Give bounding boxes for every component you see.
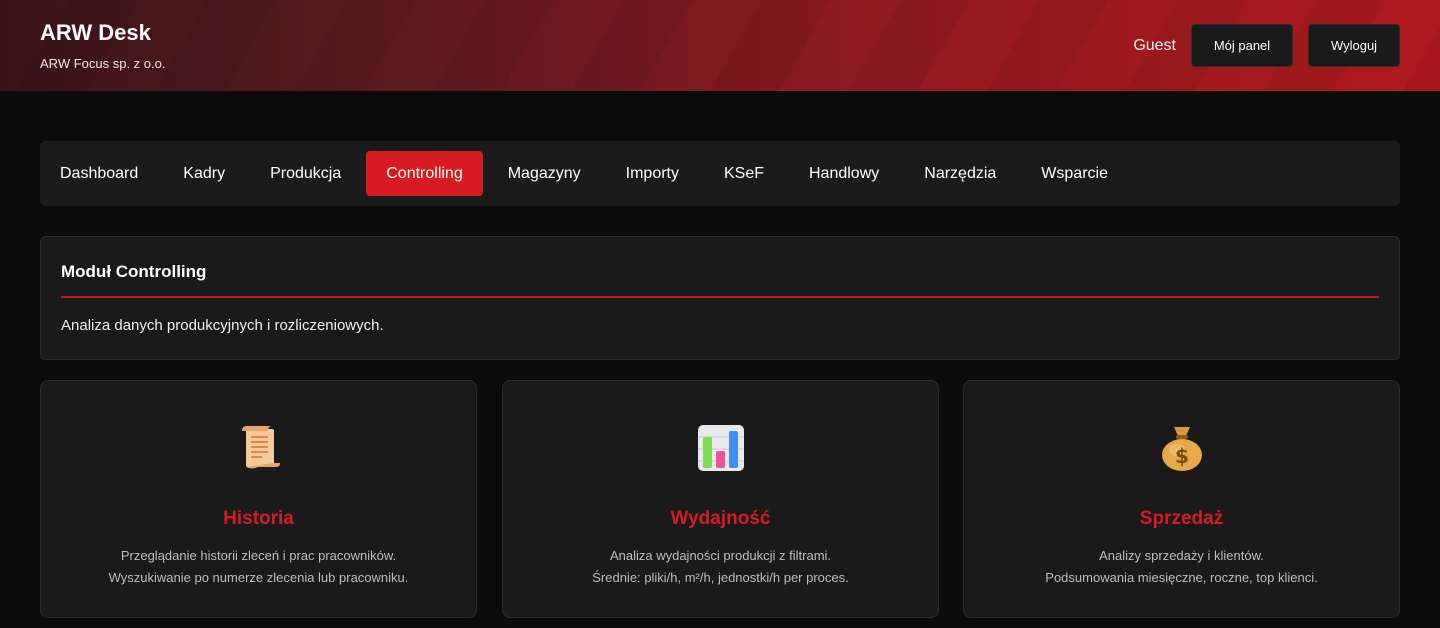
card-title: Historia <box>223 508 294 529</box>
nav-item-importy[interactable]: Importy <box>606 151 699 196</box>
card-description: Analiza wydajności produkcji z filtrami.… <box>503 545 938 589</box>
nav-item-wsparcie[interactable]: Wsparcie <box>1021 151 1128 196</box>
nav-item-kadry[interactable]: Kadry <box>163 151 245 196</box>
nav-item-produkcja[interactable]: Produkcja <box>250 151 361 196</box>
nav-item-dashboard[interactable]: Dashboard <box>40 151 158 196</box>
my-panel-button[interactable]: Mój panel <box>1191 24 1293 67</box>
company-name: ARW Focus sp. z o.o. <box>40 56 166 71</box>
card-sprzedaz[interactable]: $ Sprzedaż Analizy sprzedaży i klientów.… <box>963 380 1400 618</box>
card-description-line: Wyszukiwanie po numerze zlecenia lub pra… <box>108 570 409 585</box>
header-actions: Guest Mój panel Wyloguj <box>1133 24 1400 67</box>
module-divider <box>61 296 1379 298</box>
nav-item-handlowy[interactable]: Handlowy <box>789 151 899 196</box>
svg-text:$: $ <box>1175 444 1189 468</box>
nav-item-narzedzia[interactable]: Narzędzia <box>904 151 1016 196</box>
nav-item-controlling[interactable]: Controlling <box>366 151 483 196</box>
current-user-label: Guest <box>1133 36 1176 54</box>
nav-item-magazyny[interactable]: Magazyny <box>488 151 601 196</box>
card-description-line: Przeglądanie historii zleceń i prac prac… <box>120 548 397 563</box>
logout-button[interactable]: Wyloguj <box>1308 24 1400 67</box>
module-panel: Moduł Controlling Analiza danych produkc… <box>40 236 1400 360</box>
main-nav: Dashboard Kadry Produkcja Controlling Ma… <box>40 141 1400 206</box>
module-description: Analiza danych produkcyjnych i rozliczen… <box>61 317 384 334</box>
card-description: Analizy sprzedaży i klientów. Podsumowan… <box>964 545 1399 589</box>
bar-chart-icon <box>696 423 746 473</box>
app-header: ARW Desk ARW Focus sp. z o.o. Guest Mój … <box>0 0 1440 91</box>
card-historia[interactable]: Historia Przeglądanie historii zleceń i … <box>40 380 477 618</box>
money-bag-icon: $ <box>1157 423 1207 473</box>
card-wydajnosc[interactable]: Wydajność Analiza wydajności produkcji z… <box>502 380 939 618</box>
card-description-line: Podsumowania miesięczne, roczne, top kli… <box>1045 570 1318 585</box>
card-description-line: Analizy sprzedaży i klientów. <box>1099 548 1264 563</box>
app-title: ARW Desk <box>40 20 151 45</box>
module-title: Moduł Controlling <box>61 262 207 281</box>
nav-item-ksef[interactable]: KSeF <box>704 151 784 196</box>
card-description: Przeglądanie historii zleceń i prac prac… <box>41 545 476 589</box>
card-description-line: Średnie: pliki/h, m²/h, jednostki/h per … <box>592 570 849 585</box>
card-title: Wydajność <box>670 508 771 529</box>
card-description-line: Analiza wydajności produkcji z filtrami. <box>609 548 832 563</box>
scroll-icon <box>234 423 284 473</box>
card-title: Sprzedaż <box>1139 508 1224 529</box>
